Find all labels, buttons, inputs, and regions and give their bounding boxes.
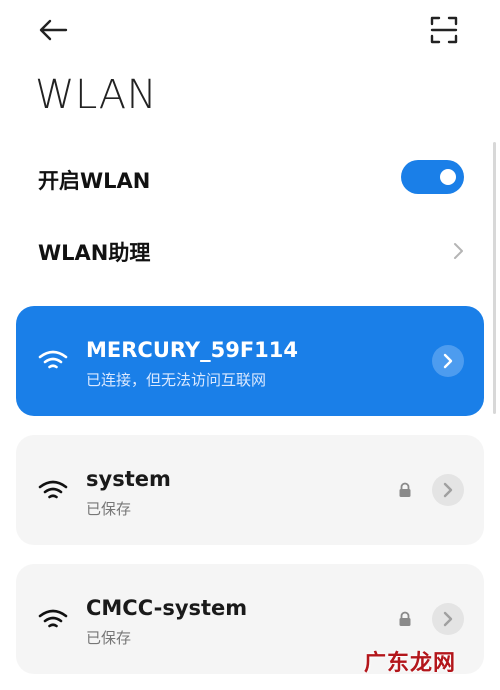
wlan-toggle-label: 开启WLAN — [38, 169, 151, 193]
network-name: MERCURY_59F114 — [86, 338, 299, 362]
scrollbar[interactable] — [493, 142, 496, 414]
back-button[interactable] — [34, 14, 74, 46]
network-detail-button[interactable] — [432, 474, 464, 506]
wifi-signal-icon — [38, 609, 68, 628]
network-name: CMCC-system — [86, 596, 248, 620]
wlan-settings-screen: WLAN 开启WLAN WLAN助理 MERCURY_59F114 已连接，但无… — [0, 0, 500, 690]
wifi-signal-icon — [38, 480, 68, 499]
wlan-assistant-label: WLAN助理 — [38, 241, 151, 265]
wlan-assistant-row[interactable]: WLAN助理 — [0, 226, 500, 278]
network-status: 已连接，但无法访问互联网 — [86, 371, 267, 389]
chevron-right-icon — [443, 611, 453, 627]
watermark: 广东龙网 — [364, 651, 457, 676]
network-detail-button[interactable] — [432, 345, 464, 377]
network-item-mercury[interactable]: MERCURY_59F114 已连接，但无法访问互联网 — [16, 306, 484, 416]
network-item-system[interactable]: system 已保存 — [16, 435, 484, 545]
arrow-left-icon — [39, 19, 68, 41]
toggle-knob — [440, 169, 456, 185]
page-title: WLAN — [35, 72, 158, 118]
network-name: system — [86, 467, 171, 491]
wlan-toggle-switch[interactable] — [401, 160, 464, 194]
scan-button[interactable] — [424, 12, 464, 48]
lock-icon — [399, 611, 411, 626]
network-status: 已保存 — [86, 629, 132, 647]
network-status: 已保存 — [86, 500, 132, 518]
chevron-right-icon — [443, 353, 453, 369]
network-detail-button[interactable] — [432, 603, 464, 635]
scan-qr-icon — [430, 16, 458, 44]
chevron-right-icon — [454, 243, 463, 259]
lock-icon — [399, 482, 411, 497]
wifi-signal-icon — [38, 350, 68, 369]
chevron-right-icon — [443, 482, 453, 498]
wlan-toggle-row[interactable]: 开启WLAN — [0, 152, 500, 208]
top-bar — [0, 0, 500, 62]
